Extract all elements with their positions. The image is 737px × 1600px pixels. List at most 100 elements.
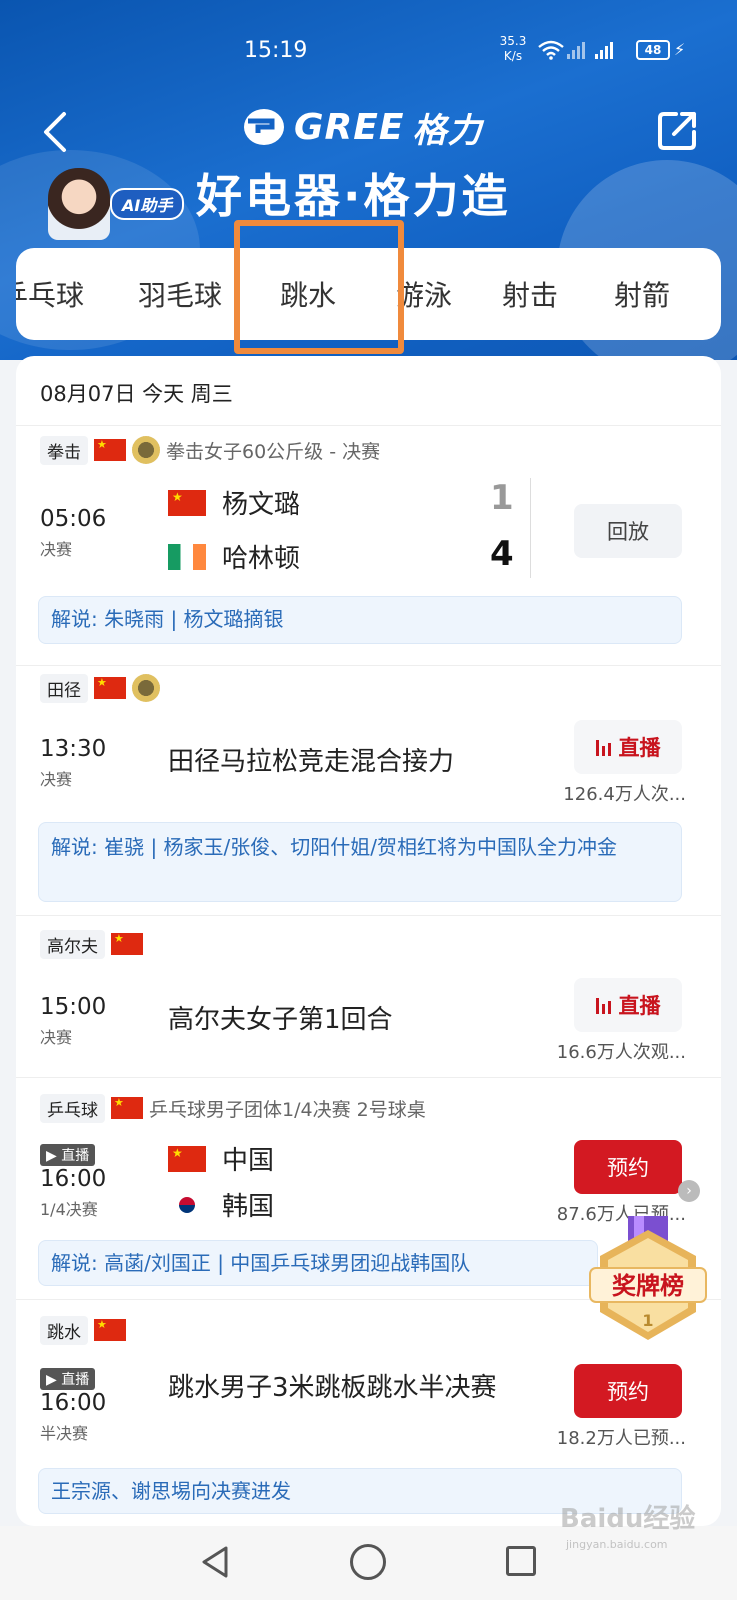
- chevron-right-icon[interactable]: ›: [678, 1180, 700, 1202]
- event-stage: 1/4决赛: [40, 1200, 98, 1219]
- medal-badge-rank: 1: [642, 1311, 653, 1330]
- china-flag-icon: [168, 1145, 206, 1172]
- battery-icon: 48: [636, 40, 670, 60]
- team-score: 1: [490, 478, 514, 518]
- sport-tag: 跳水: [40, 1315, 88, 1345]
- share-icon[interactable]: [654, 106, 702, 154]
- event-description: 乒乓球男子团体1/4决赛 2号球桌: [149, 1098, 426, 1121]
- event-title: 田径马拉松竞走混合接力: [168, 747, 455, 777]
- china-flag-icon: [111, 1096, 143, 1119]
- live-bars-icon: [595, 738, 611, 756]
- event-tags: 田径: [40, 673, 160, 703]
- event-card[interactable]: 拳击 拳击女子60公斤级 - 决赛 05:06 决赛 杨文璐 1 哈林顿 4 回…: [16, 426, 721, 666]
- event-time: 05:06: [40, 506, 107, 532]
- live-bars-icon: [595, 996, 611, 1014]
- event-stage: 决赛: [40, 1028, 73, 1047]
- event-title: 跳水男子3米跳板跳水半决赛: [168, 1373, 497, 1403]
- team-row: 中国: [168, 1140, 274, 1177]
- live-button-label: 直播: [618, 736, 661, 760]
- watermark: Baidu经验: [560, 1504, 696, 1534]
- event-stage: 半决赛: [40, 1424, 89, 1443]
- event-tags: 高尔夫: [40, 929, 143, 959]
- reserve-count: 18.2万人已预...: [556, 1428, 686, 1449]
- gree-logo-mark-icon: [244, 109, 284, 145]
- tab-swimming[interactable]: 游泳: [396, 274, 452, 314]
- reserve-button[interactable]: 预约: [574, 1364, 682, 1418]
- tab-badminton[interactable]: 羽毛球: [138, 274, 222, 314]
- ai-assistant-badge[interactable]: AI助手: [110, 188, 185, 220]
- live-badge: ▶ 直播: [40, 1144, 96, 1166]
- commentary-bar[interactable]: 解说: 高菡/刘国正 | 中国乒乓球男团迎战韩国队: [38, 1240, 598, 1286]
- date-text: 08月07日 今天 周三: [40, 382, 233, 406]
- gree-logo: GREE 格力: [242, 102, 482, 152]
- tab-table-tennis[interactable]: 乒乓球: [16, 274, 84, 314]
- reserve-button[interactable]: 预约: [574, 1140, 682, 1194]
- china-flag-icon: [168, 489, 206, 516]
- network-speed: 35.3 K/s: [499, 34, 527, 63]
- team-row: 韩国: [168, 1186, 274, 1223]
- view-count: 16.6万人次观...: [556, 1042, 686, 1063]
- commentary-bar[interactable]: 解说: 崔骁 | 杨家玉/张俊、切阳什姐/贺相红将为中国队全力冲金: [38, 822, 682, 902]
- china-flag-icon: [94, 438, 126, 461]
- team-row: 哈林顿: [168, 538, 300, 575]
- ireland-flag-icon: [168, 543, 206, 570]
- team-row: 杨文璐: [168, 484, 300, 521]
- nav-home-icon[interactable]: [350, 1544, 386, 1580]
- replay-button[interactable]: 回放: [574, 504, 682, 558]
- china-flag-icon: [111, 932, 143, 955]
- live-badge: ▶ 直播: [40, 1368, 96, 1390]
- korea-flag-icon: [168, 1191, 206, 1218]
- medal-table-badge[interactable]: 奖牌榜 1: [588, 1216, 708, 1352]
- event-card[interactable]: 高尔夫 15:00 决赛 高尔夫女子第1回合 直播 16.6万人次观...: [16, 916, 721, 1078]
- tab-archery[interactable]: 射箭: [614, 274, 670, 314]
- team-name: 中国: [222, 1146, 275, 1176]
- event-description: 拳击女子60公斤级 - 决赛: [166, 440, 381, 463]
- brand-name-cn: 格力: [412, 110, 483, 151]
- back-icon[interactable]: [38, 110, 74, 154]
- medal-badge-label: 奖牌榜: [612, 1272, 684, 1300]
- tab-diving[interactable]: 跳水: [280, 274, 336, 314]
- live-button[interactable]: 直播: [574, 720, 682, 774]
- sport-tabs: 乒乓球 羽毛球 跳水 游泳 射击 射箭: [16, 248, 721, 340]
- divider: [530, 478, 531, 578]
- event-time: 16:00: [40, 1166, 107, 1192]
- date-header: 08月07日 今天 周三: [16, 356, 721, 426]
- nav-recents-icon[interactable]: [506, 1546, 536, 1576]
- wifi-icon: [538, 40, 564, 60]
- china-flag-icon: [94, 676, 126, 699]
- event-tags: 跳水: [40, 1315, 126, 1345]
- event-tags: 拳击 拳击女子60公斤级 - 决赛: [40, 435, 381, 465]
- sport-tag: 田径: [40, 673, 88, 703]
- nav-back-icon[interactable]: [198, 1544, 232, 1580]
- event-title: 高尔夫女子第1回合: [168, 1005, 393, 1035]
- commentary-bar[interactable]: 解说: 朱晓雨 | 杨文璐摘银: [38, 596, 682, 644]
- signal-5g-icon: [595, 42, 613, 59]
- team-score: 4: [490, 534, 514, 574]
- china-flag-icon: [94, 1318, 126, 1341]
- slogan: 好电器·格力造: [196, 169, 511, 223]
- event-card[interactable]: 田径 13:30 决赛 田径马拉松竞走混合接力 直播 126.4万人次... 解…: [16, 666, 721, 916]
- status-bar: 15:19 35.3 K/s 48 ⚡: [0, 32, 737, 72]
- signal-icon: [567, 42, 585, 59]
- team-name: 韩国: [222, 1192, 275, 1222]
- watermark-url: jingyan.baidu.com: [566, 1538, 668, 1551]
- status-time: 15:19: [244, 38, 308, 63]
- event-time: 16:00: [40, 1390, 107, 1416]
- ai-assistant-avatar[interactable]: [48, 168, 110, 240]
- medal-icon: [132, 436, 160, 464]
- event-stage: 决赛: [40, 770, 73, 789]
- team-name: 杨文璐: [222, 490, 301, 520]
- charging-icon: ⚡: [674, 40, 686, 59]
- sport-tag: 拳击: [40, 435, 88, 465]
- sport-tag: 乒乓球: [40, 1093, 105, 1123]
- view-count: 126.4万人次...: [563, 784, 686, 805]
- tab-shooting[interactable]: 射击: [502, 274, 558, 314]
- event-time: 15:00: [40, 994, 107, 1020]
- event-tags: 乒乓球 乒乓球男子团体1/4决赛 2号球桌: [40, 1093, 426, 1123]
- medal-icon: [132, 674, 160, 702]
- live-button-label: 直播: [618, 994, 661, 1018]
- event-time: 13:30: [40, 736, 107, 762]
- sport-tag: 高尔夫: [40, 929, 105, 959]
- event-stage: 决赛: [40, 540, 73, 559]
- live-button[interactable]: 直播: [574, 978, 682, 1032]
